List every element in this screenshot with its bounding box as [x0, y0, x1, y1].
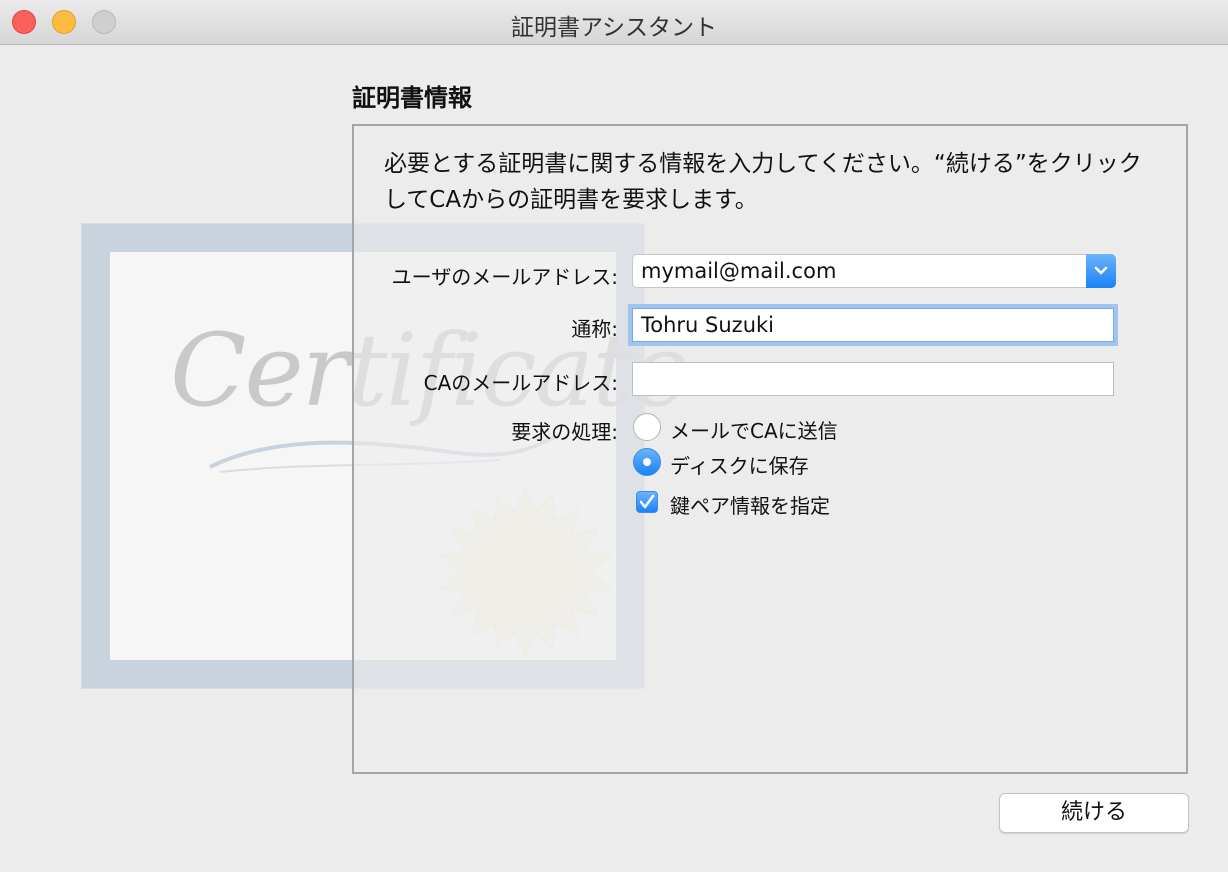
save-to-disk-label[interactable]: ディスクに保存 [670, 450, 809, 479]
user-email-combobox[interactable]: mymail@mail.com [632, 254, 1116, 288]
common-name-field[interactable]: Tohru Suzuki [632, 308, 1114, 342]
ca-email-field[interactable] [632, 362, 1114, 396]
title-bar: 証明書アシスタント [0, 0, 1228, 45]
certificate-assistant-window: 証明書アシスタント Certificate 証明書情報 必要とする証明書に関する… [0, 0, 1228, 872]
key-pair-label[interactable]: 鍵ペア情報を指定 [670, 490, 830, 519]
send-by-email-radio[interactable] [633, 413, 661, 441]
certificate-info-panel [352, 124, 1188, 774]
chevron-down-icon [1094, 266, 1108, 275]
section-title: 証明書情報 [352, 84, 472, 112]
request-handling-label: 要求の処理: [511, 420, 618, 444]
continue-button[interactable]: 続ける [999, 793, 1189, 833]
combobox-dropdown-button[interactable] [1086, 254, 1116, 288]
user-email-value: mymail@mail.com [641, 259, 837, 283]
key-pair-checkbox[interactable] [636, 491, 658, 513]
window-title: 証明書アシスタント [510, 15, 718, 41]
user-email-label: ユーザのメールアドレス: [391, 265, 618, 289]
send-by-email-label[interactable]: メールでCAに送信 [670, 415, 838, 444]
save-to-disk-radio[interactable] [633, 448, 661, 476]
intro-text: 必要とする証明書に関する情報を入力してください。“続ける”をクリックしてCAから… [384, 151, 1142, 213]
common-name-label: 通称: [571, 317, 618, 341]
checkmark-icon [639, 494, 655, 509]
ca-email-label: CAのメールアドレス: [423, 371, 618, 395]
